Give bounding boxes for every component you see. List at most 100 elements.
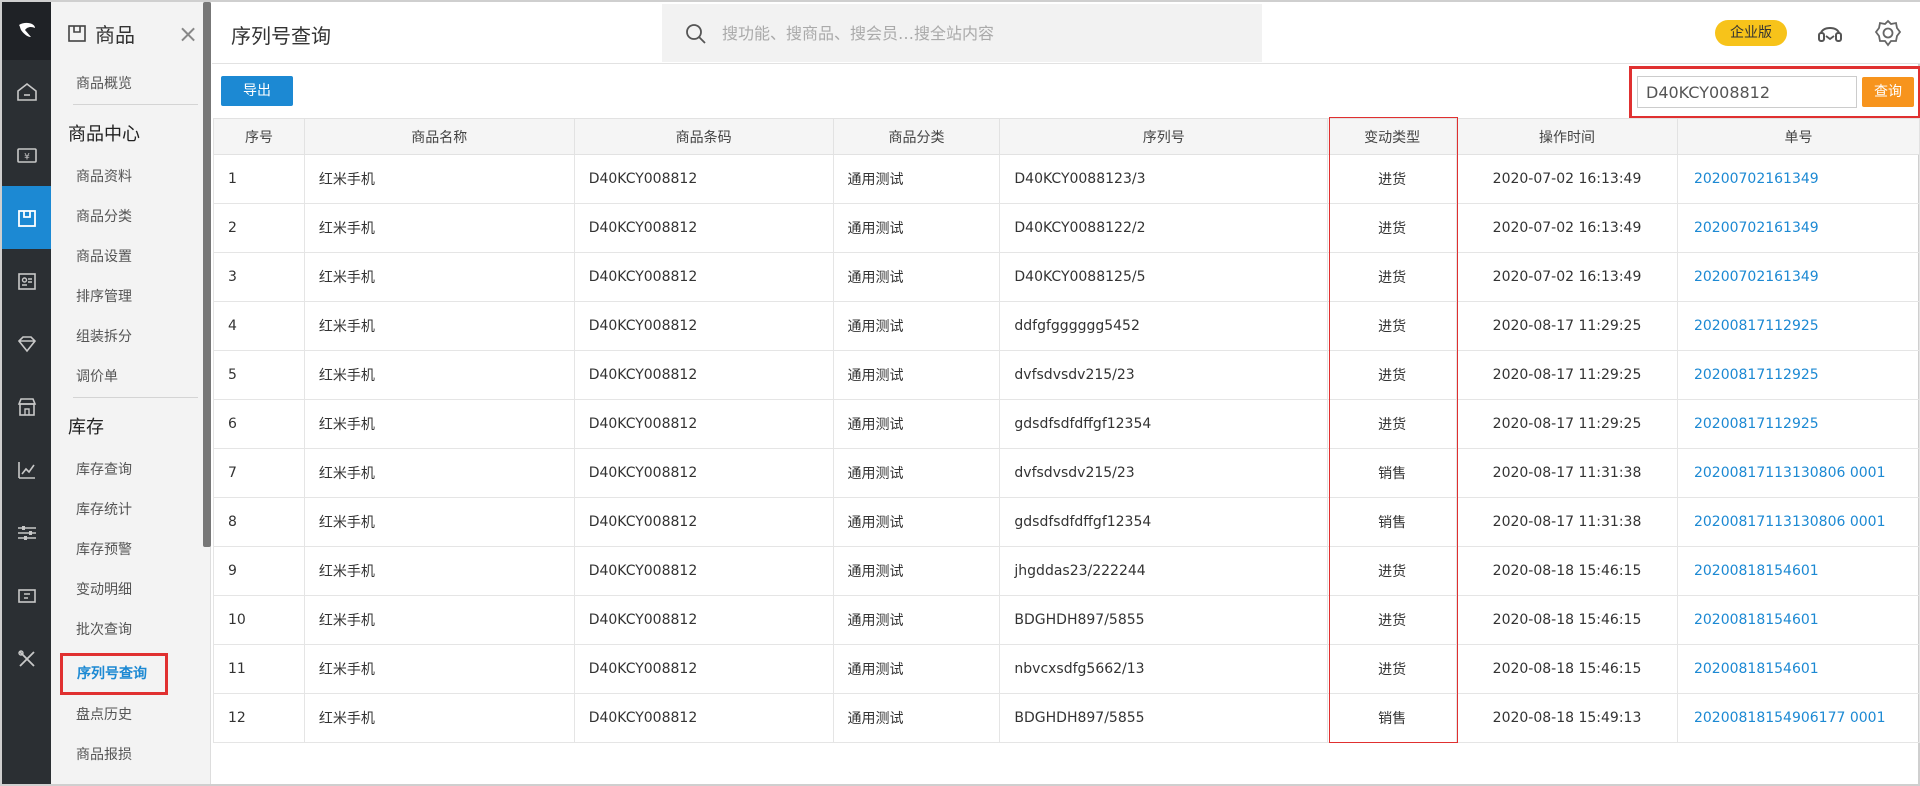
serial-number-cell: nbvcxsdfg5662/13	[999, 644, 1329, 694]
logo-icon[interactable]	[2, 2, 51, 60]
order-number-cell: 20200818154906177 0001	[1676, 693, 1920, 743]
table-row[interactable]: 7 红米手机 D40KCY008812 通用测试 dvfsdvsdv215/23 销售 20…	[213, 448, 1920, 498]
order-number-link[interactable]: 20200702161349	[1694, 171, 1819, 187]
table-row[interactable]: 11 红米手机 D40KCY008812 通用测试 nbvcxsdfg5662/13 进货…	[213, 644, 1920, 694]
row-index-cell: 1	[213, 154, 305, 204]
order-number-link[interactable]: 20200702161349	[1694, 220, 1819, 236]
global-search[interactable]	[662, 4, 1262, 62]
table-row[interactable]: 3 红米手机 D40KCY008812 通用测试 D40KCY0088125/5 进货 20…	[213, 252, 1920, 302]
column-header-serial[interactable]: 序列号	[999, 118, 1329, 155]
table-row[interactable]: 9 红米手机 D40KCY008812 通用测试 jhgddas23/222244 进货 2…	[213, 546, 1920, 596]
table-row[interactable]: 5 红米手机 D40KCY008812 通用测试 dvfsdvsdv215/23 进货 20…	[213, 350, 1920, 400]
query-button[interactable]: 查询	[1862, 77, 1914, 107]
order-number-link[interactable]: 20200818154906177 0001	[1694, 710, 1886, 726]
operation-time-cell: 2020-07-02 16:13:49	[1456, 203, 1678, 253]
order-number-cell: 20200818154601	[1676, 546, 1920, 596]
tools-icon[interactable]	[2, 627, 51, 690]
submenu-item-stock-alert[interactable]: 库存预警	[51, 530, 210, 570]
order-number-link[interactable]: 20200817112925	[1694, 367, 1819, 383]
order-number-link[interactable]: 20200817113130806 0001	[1694, 465, 1886, 481]
category-cell: 通用测试	[832, 203, 1001, 253]
submenu-item-goods-info[interactable]: 商品资料	[51, 157, 210, 197]
order-number-link[interactable]: 20200817112925	[1694, 318, 1819, 334]
operation-time-cell: 2020-08-18 15:49:13	[1456, 693, 1678, 743]
top-bar: 序列号查询 企业版	[212, 2, 1920, 64]
submenu-item-stock-stats[interactable]: 库存统计	[51, 490, 210, 530]
table-row[interactable]: 2 红米手机 D40KCY008812 通用测试 D40KCY0088122/2 进货 20…	[213, 203, 1920, 253]
serial-number-cell: dvfsdvsdv215/23	[999, 448, 1329, 498]
submenu-item-stocktake-history[interactable]: 盘点历史	[51, 695, 210, 735]
submenu-item-batch-query[interactable]: 批次查询	[51, 610, 210, 650]
page-title: 序列号查询	[231, 24, 331, 48]
headset-support-icon[interactable]	[1815, 18, 1845, 48]
order-number-link[interactable]: 20200817112925	[1694, 416, 1819, 432]
diamond-icon[interactable]	[2, 312, 51, 375]
table-row[interactable]: 6 红米手机 D40KCY008812 通用测试 gdsdfsdfdffgf12354 进…	[213, 399, 1920, 449]
column-header-order-no[interactable]: 单号	[1676, 118, 1920, 155]
ticket-icon[interactable]	[2, 564, 51, 627]
submenu-group-title: 库存	[68, 417, 104, 438]
order-number-link[interactable]: 20200817113130806 0001	[1694, 514, 1886, 530]
submenu-item-change-detail[interactable]: 变动明细	[51, 570, 210, 610]
column-header-time[interactable]: 操作时间	[1456, 118, 1678, 155]
goods-icon	[68, 25, 86, 42]
export-button[interactable]: 导出	[221, 76, 293, 106]
submenu-item-goods-loss[interactable]: 商品报损	[51, 735, 210, 775]
serial-number-cell: gdsdfsdfdffgf12354	[999, 399, 1329, 449]
submenu-item-stock-query[interactable]: 库存查询	[51, 450, 210, 490]
operation-time-cell: 2020-08-18 15:46:15	[1456, 546, 1678, 596]
submenu-item-price-adjust[interactable]: 调价单	[51, 357, 210, 397]
column-header-barcode[interactable]: 商品条码	[573, 118, 834, 155]
order-number-link[interactable]: 20200818154601	[1694, 563, 1819, 579]
member-card-icon[interactable]	[2, 249, 51, 312]
cash-icon[interactable]: ¥	[2, 123, 51, 186]
change-type-cell: 进货	[1327, 203, 1458, 253]
row-index-cell: 2	[213, 203, 305, 253]
barcode-cell: D40KCY008812	[573, 693, 834, 743]
order-number-link[interactable]: 20200818154601	[1694, 661, 1819, 677]
goods-icon[interactable]	[2, 186, 51, 249]
submenu-panel: 商品 × 商品概览 商品中心 商品资料 商品分类 商品设置 排序管理 组装拆分 …	[51, 2, 211, 784]
gear-icon[interactable]	[1873, 18, 1903, 48]
goods-name-cell: 红米手机	[303, 546, 575, 596]
column-header-index[interactable]: 序号	[213, 118, 305, 155]
order-number-cell: 20200702161349	[1676, 252, 1920, 302]
submenu-item-serial-query[interactable]: 序列号查询	[60, 653, 168, 695]
order-number-cell: 20200818154601	[1676, 644, 1920, 694]
table-row[interactable]: 10 红米手机 D40KCY008812 通用测试 BDGHDH897/5855 进货 20…	[213, 595, 1920, 645]
change-type-cell: 进货	[1327, 399, 1458, 449]
submenu-item-sort[interactable]: 排序管理	[51, 277, 210, 317]
table-row[interactable]: 4 红米手机 D40KCY008812 通用测试 ddfgfgggggg5452 进货 20…	[213, 301, 1920, 351]
column-header-change-type[interactable]: 变动类型	[1327, 118, 1458, 155]
submenu-item-assembly[interactable]: 组装拆分	[51, 317, 210, 357]
change-type-cell: 进货	[1327, 546, 1458, 596]
settings-sliders-icon[interactable]	[2, 501, 51, 564]
order-number-cell: 20200817112925	[1676, 350, 1920, 400]
chart-icon[interactable]	[2, 438, 51, 501]
search-input[interactable]	[722, 18, 1242, 48]
barcode-cell: D40KCY008812	[573, 595, 834, 645]
home-icon[interactable]	[2, 60, 51, 123]
table-row[interactable]: 12 红米手机 D40KCY008812 通用测试 BDGHDH897/5855 销售 20…	[213, 693, 1920, 743]
column-header-name[interactable]: 商品名称	[303, 118, 575, 155]
goods-name-cell: 红米手机	[303, 644, 575, 694]
operation-time-cell: 2020-07-02 16:13:49	[1456, 154, 1678, 204]
order-number-link[interactable]: 20200702161349	[1694, 269, 1819, 285]
serial-number-cell: D40KCY0088122/2	[999, 203, 1329, 253]
submenu-scrollbar[interactable]	[203, 2, 211, 547]
barcode-cell: D40KCY008812	[573, 350, 834, 400]
serial-query-input[interactable]	[1637, 76, 1857, 108]
barcode-cell: D40KCY008812	[573, 301, 834, 351]
submenu-item-goods-category[interactable]: 商品分类	[51, 197, 210, 237]
order-number-link[interactable]: 20200818154601	[1694, 612, 1819, 628]
table-row[interactable]: 1 红米手机 D40KCY008812 通用测试 D40KCY0088123/3 进货 20…	[213, 154, 1920, 204]
shop-icon[interactable]	[2, 375, 51, 438]
submenu-item-goods-settings[interactable]: 商品设置	[51, 237, 210, 277]
submenu-item-overview[interactable]: 商品概览	[51, 64, 210, 104]
column-header-category[interactable]: 商品分类	[832, 118, 1001, 155]
row-index-cell: 7	[213, 448, 305, 498]
edition-badge[interactable]: 企业版	[1715, 20, 1787, 46]
operation-time-cell: 2020-08-18 15:46:15	[1456, 644, 1678, 694]
close-icon[interactable]: ×	[178, 22, 198, 46]
table-row[interactable]: 8 红米手机 D40KCY008812 通用测试 gdsdfsdfdffgf12354 销…	[213, 497, 1920, 547]
